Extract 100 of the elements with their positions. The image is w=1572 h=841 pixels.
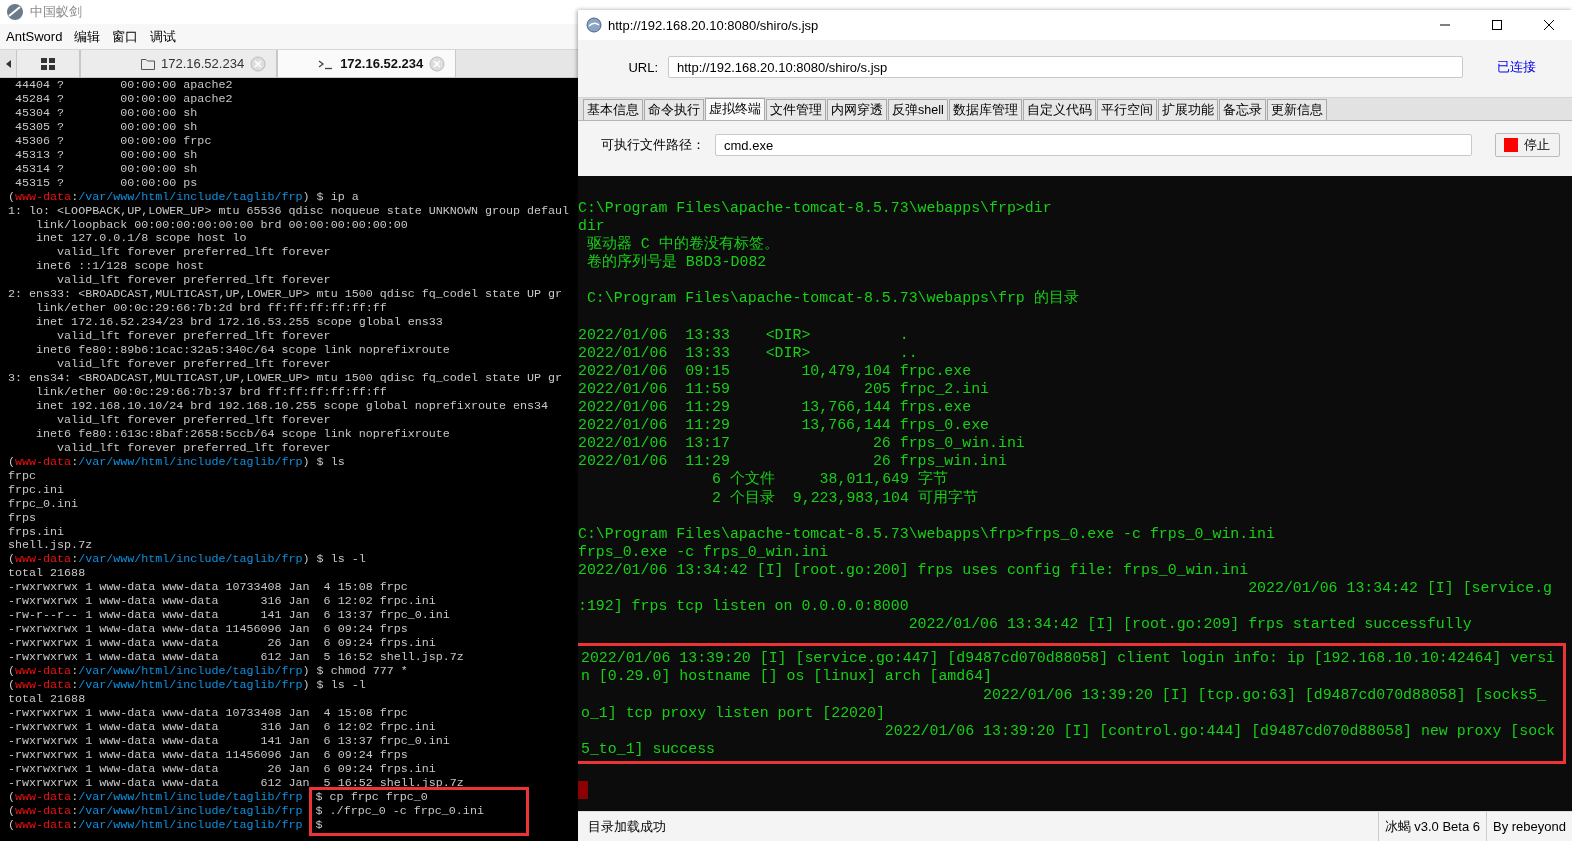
menu-item[interactable]: 窗口 [112,27,139,46]
menu-item[interactable]: 编辑 [74,27,101,46]
terminal-line: inet6 fe80::613c:8baf:2658:5ccb/64 scope link noprefixroute [35,427,450,442]
terminal-line: link/loopback 00:00:00:00:00:00 brd 00:00:00:00:00:00 [35,218,408,233]
terminal-line: dir [578,217,605,236]
terminal-line: 2022/01/06 13:39:20 [I] [service.go:447] [d9487cd070d88058] client login info: ip [192.168.10.10:42464] versi [581,649,1555,668]
folder-icon [141,57,155,70]
terminal-line: inet 172.16.52.234/23 brd 172.16.53.255 scope global ens33 [35,316,443,331]
tab[interactable]: 自定义代码 [1022,99,1096,120]
path-label: 可执行文件路径： [600,136,706,154]
app-logo-icon [586,17,602,33]
terminal-line: -rwxrwxrwx 1 www-data www-data 10733408 Jan 4 15:08 frpc [8,581,408,596]
window-title: 中国蚁剑 [30,3,82,21]
menu-item[interactable]: AntSword [6,29,63,44]
scroll-left-icon[interactable] [5,59,11,68]
terminal-line: inet6 ::1/128 scope host [35,260,205,275]
terminal-line: frpc.ini [8,483,65,498]
menu-item[interactable]: 调试 [150,27,177,46]
terminal-line: inet6 fe80::89b6:1cac:32a5:340c/64 scope link noprefixroute [35,344,450,359]
terminal-line: 2022/01/06 11:59 205 frpc_2.ini [578,379,990,399]
terminal-line: 45304 ? 00:00:00 sh [14,106,198,121]
tab[interactable]: 扩展功能 [1157,99,1218,120]
tab[interactable]: 备忘录 [1218,99,1266,120]
prompt-text: (www-data:/var/www/html/include/taglib/frp [8,804,303,819]
url-label: URL: [627,59,659,75]
app-logo-icon [6,3,24,21]
terminal-line: valid_lft forever preferred_lft forever [56,358,331,372]
terminal-line: -rwxrwxrwx 1 www-data www-data 10733408 Jan 4 15:08 frpc [8,706,408,721]
terminal-line: (www-data:/var/www/html/include/taglib/frp) $ ls -l [8,553,366,568]
terminal-line: 5_to_1] success [581,739,716,758]
maximize-icon[interactable] [1491,19,1503,31]
terminal-line: (www-data:/var/www/html/include/taglib/frp) $ ls [8,455,345,470]
stop-button[interactable]: 停止 [1495,133,1560,157]
tab[interactable]: 虚拟终端 [705,98,765,120]
status-message: 目录加载成功 [587,817,667,836]
terminal-line: 2022/01/06 13:33 <DIR> .. [578,343,918,362]
connection-status-link[interactable]: 已连接 [1497,58,1536,76]
terminal-line: 2: ens33: <BROADCAST,MULTICAST,UP,LOWER_UP> mtu 1500 qdisc fq_codel state UP gr [8,288,563,303]
terminal-line: 45313 ? 00:00:00 sh [14,148,198,163]
tab[interactable]: 反弹shell [888,99,948,120]
version-text: 冰蝎 v3.0 Beta 6 [1377,812,1486,841]
tab[interactable]: 数据库管理 [948,99,1022,120]
terminal-line: valid_lft forever preferred_lft forever [56,246,331,261]
terminal-line: 2022/01/06 13:39:20 [I] [control.go:444] [d9487cd070d88058] new proxy [sock [883,721,1555,740]
close-icon[interactable] [1543,19,1555,31]
terminal-line: 45306 ? 00:00:00 frpc [14,134,212,149]
command-text: $ [315,818,323,833]
terminal-line: inet 127.0.0.1/8 scope host lo [35,232,247,247]
command-text: $ ./frpc_0 -c frpc_0.ini [315,804,484,819]
terminal-line: total 21688 [8,692,86,707]
terminal-line: -rwxrwxrwx 1 www-data www-data 26 Jan 6 09:24 frps.ini [8,762,436,777]
terminal-line: -rwxrwxrwx 1 www-data www-data 26 Jan 6 09:24 frps.ini [8,637,436,652]
terminal-line: 2022/01/06 11:29 13,766,144 frps.exe [578,398,972,417]
terminal-line: valid_lft forever preferred_lft forever [56,413,331,428]
terminal-line: valid_lft forever preferred_lft forever [56,330,331,345]
terminal-line: 1: lo: <LOOPBACK,UP,LOWER_UP> mtu 65536 qdisc noqueue state UNKNOWN group defaul [8,204,570,219]
tab[interactable]: 更新信息 [1266,99,1327,120]
terminal-line: frpc_0.ini [8,497,79,512]
terminal-line: frpc [8,469,37,484]
terminal-line: -rwxrwxrwx 1 www-data www-data 612 Jan 5 16:52 shell.jsp.7z [8,651,464,666]
command-text: $ cp frpc frpc_0 [315,790,428,805]
path-field[interactable]: cmd.exe [715,134,1472,156]
terminal-line: -rwxrwxrwx 1 www-data www-data 612 Jan 5 16:52 shell.jsp.7z [8,776,464,791]
terminal-line: 驱动器 C 中的卷没有标签。 [585,235,779,253]
terminal-line: C:\Program Files\apache-tomcat-8.5.73\webapps\frp 的目录 [585,289,1079,308]
terminal-line: -rwxrwxrwx 1 www-data www-data 316 Jan 6 12:02 frpc.ini [8,595,436,610]
terminal-line: (www-data:/var/www/html/include/taglib/frp) $ ip a [8,190,359,205]
tab[interactable]: 平行空间 [1096,99,1157,120]
terminal-line: 2 个目录 9,223,983,104 可用字节 [711,488,978,507]
prompt-text: (www-data:/var/www/html/include/taglib/frp [8,818,303,833]
text-cursor [578,780,588,799]
terminal-line: C:\Program Files\apache-tomcat-8.5.73\webapps\frp>frps_0.exe -c frps_0_win.ini [578,524,1275,543]
tab[interactable]: 172.16.52.234 [80,50,278,77]
terminal-line: -rwxrwxrwx 1 www-data www-data 316 Jan 6 12:02 frpc.ini [8,720,436,735]
grid-icon [41,57,55,70]
terminal-line: 2022/01/06 13:17 26 frps_0_win.ini [578,434,1025,453]
tab[interactable]: 内网穿透 [827,99,887,120]
prompt-text: (www-data:/var/www/html/include/taglib/frp [8,790,303,805]
terminal-line: 2022/01/06 13:34:42 [I] [root.go:200] frps uses config file: frps_0_win.ini [578,560,1249,579]
terminal-line: shell.jsp.7z [8,539,93,554]
tab[interactable]: 文件管理 [766,99,826,120]
tab[interactable]: 172.16.52.234 [277,50,457,77]
terminal-line: 44404 ? 00:00:00 apache2 [14,79,233,93]
terminal-line: 6 个文件 38,011,649 字节 [711,470,948,489]
terminal-line: frps [8,511,37,526]
terminal-line: 2022/01/06 09:15 10,479,104 frpc.exe [578,361,972,380]
terminal-line: 45305 ? 00:00:00 sh [14,120,198,135]
url-field[interactable]: http://192.168.20.10:8080/shiro/s.jsp [668,56,1463,78]
tab[interactable]: 命令执行 [644,99,704,120]
home-tab[interactable] [16,50,80,77]
terminal-line: 3: ens34: <BROADCAST,MULTICAST,UP,LOWER_UP> mtu 1500 qdisc fq_codel state UP gr [8,372,563,386]
window-title: http://192.168.20.10:8080/shiro/s.jsp [608,17,819,33]
terminal-line: (www-data:/var/www/html/include/taglib/frp) $ chmod 777 * [8,665,408,679]
terminal-line: (www-data:/var/www/html/include/taglib/frp) $ ls -l [8,679,366,693]
terminal-line: n [0.29.0] hostname [] os [linux] arch [amd64] [581,667,993,686]
tab[interactable]: 基本信息 [583,99,643,120]
terminal-line: link/ether 00:0c:29:66:7b:37 brd ff:ff:ff:ff:ff:ff [35,385,387,400]
author-text: By rebeyond [1486,812,1572,841]
terminal-line: frps_0.exe -c frps_0_win.ini [578,542,829,561]
terminal-line: total 21688 [8,567,86,582]
